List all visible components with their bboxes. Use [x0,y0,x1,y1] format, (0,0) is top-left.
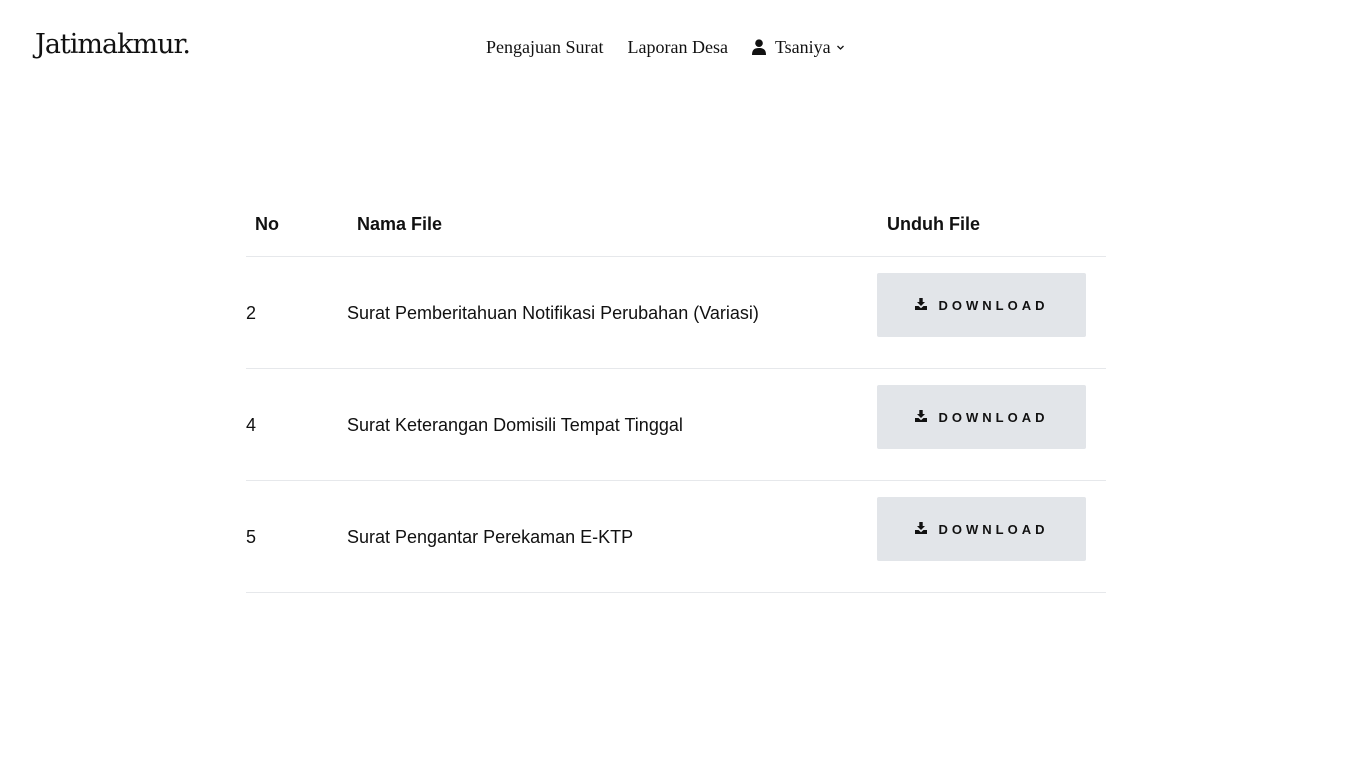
download-icon [914,409,927,422]
brand-logo[interactable]: Jatimakmur. [35,27,191,63]
nav-laporan-desa[interactable]: Laporan Desa [627,37,727,58]
nav-pengajuan-surat[interactable]: Pengajuan Surat [486,37,603,58]
chevron-down-icon [836,43,845,52]
row-number: 2 [246,303,257,323]
header-nama-file: Nama File [357,214,443,234]
header-unduh-file: Unduh File [887,214,980,234]
user-menu[interactable]: Tsaniya [751,36,845,58]
download-label: DOWNLOAD [938,521,1049,537]
user-name: Tsaniya [774,36,831,57]
download-label: DOWNLOAD [938,297,1049,313]
table-row: 4 Surat Keterangan Domisili Tempat Tingg… [246,369,1106,481]
table-row: 5 Surat Pengantar Perekaman E-KTP DOWNLO… [246,481,1106,593]
table-header: No Nama File Unduh File [246,190,1106,257]
download-button[interactable]: DOWNLOAD [877,497,1086,561]
download-icon [914,297,927,310]
row-number: 5 [246,527,257,547]
row-number: 4 [246,415,257,435]
file-name: Surat Pengantar Perekaman E-KTP [347,527,634,547]
download-button[interactable]: DOWNLOAD [877,273,1086,337]
user-icon [751,39,766,55]
download-label: DOWNLOAD [938,409,1049,425]
file-name: Surat Pemberitahuan Notifikasi Perubahan… [347,303,759,323]
header-no: No [255,214,279,234]
table-row: 2 Surat Pemberitahuan Notifikasi Perubah… [246,257,1106,369]
download-button[interactable]: DOWNLOAD [877,385,1086,449]
files-table: No Nama File Unduh File 2 Surat Pemberit… [246,190,1106,593]
download-icon [914,521,927,534]
file-name: Surat Keterangan Domisili Tempat Tinggal [347,415,683,435]
main-nav: Pengajuan Surat Laporan Desa Tsaniya [486,33,845,61]
